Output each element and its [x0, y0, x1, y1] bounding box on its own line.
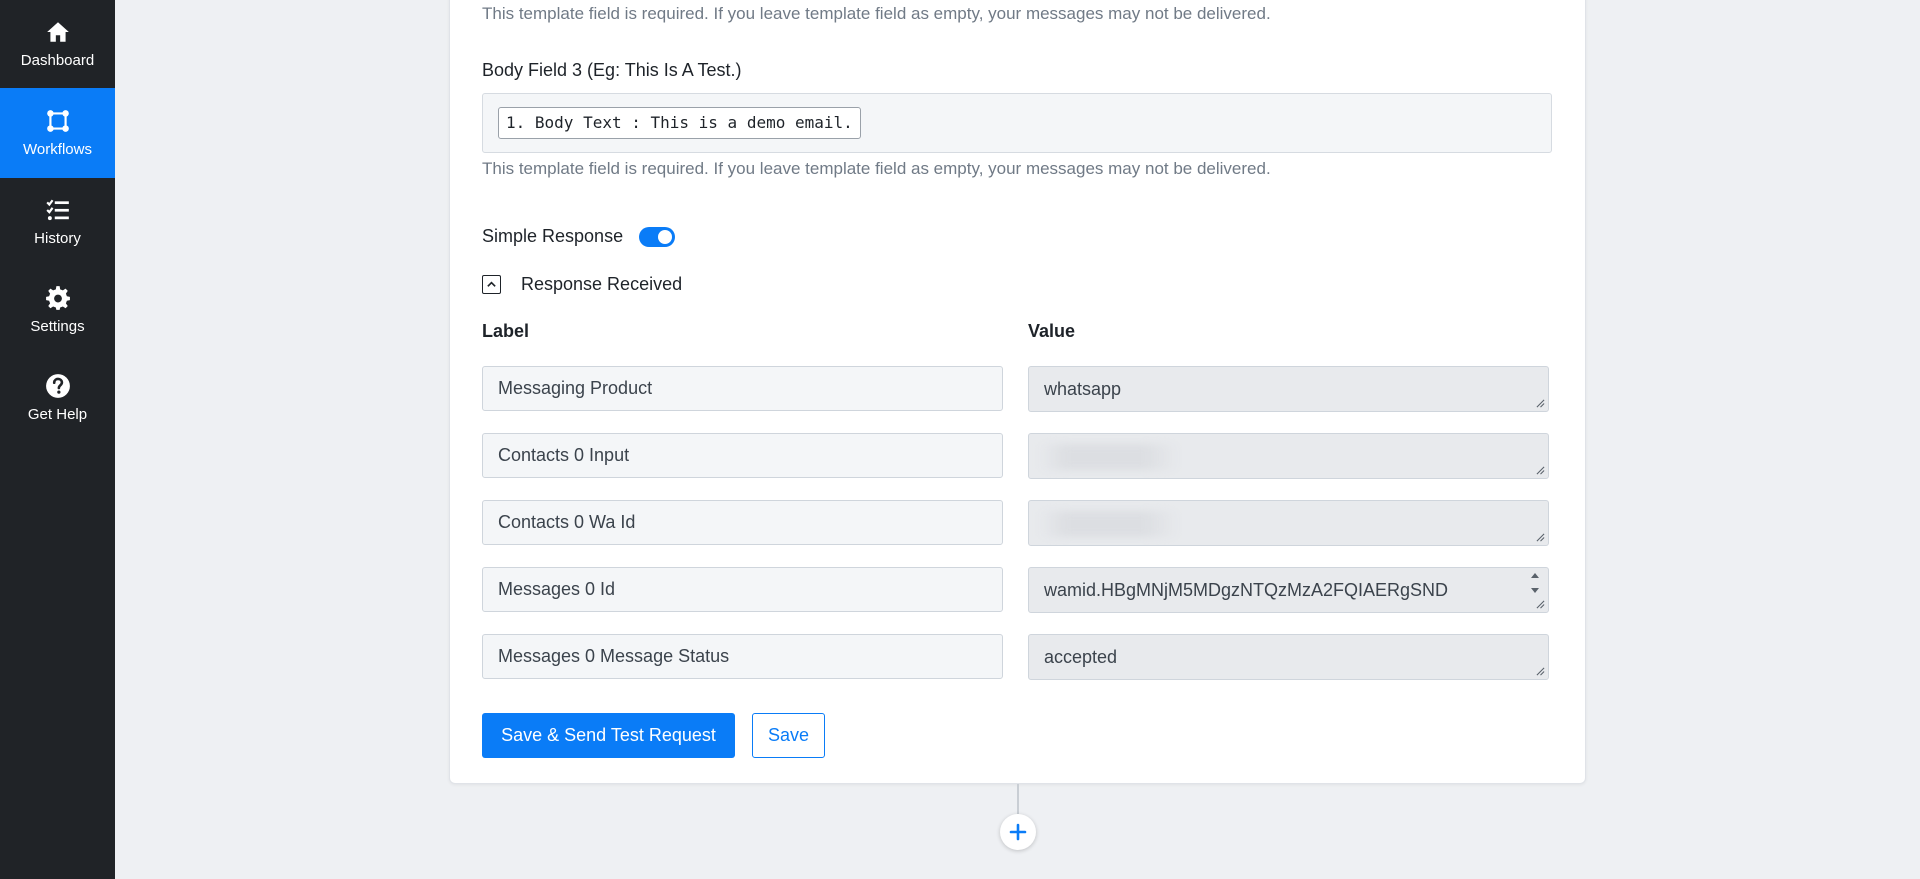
redacted-value: [1039, 511, 1179, 537]
required-hint: This template field is required. If you …: [482, 4, 1271, 23]
response-value-field[interactable]: wamid.HBgMNjM5MDgzNTQzMzA2FQIAERgSND: [1028, 567, 1549, 613]
response-value-field[interactable]: accepted: [1028, 634, 1549, 680]
response-received-row: Response Received: [482, 274, 682, 295]
sidebar-item-label: Dashboard: [20, 52, 95, 69]
save-and-send-test-button[interactable]: Save & Send Test Request: [482, 713, 735, 758]
chevron-up-icon: [487, 281, 496, 287]
arrow-up-icon[interactable]: [1530, 572, 1540, 579]
plus-icon: [1009, 823, 1027, 841]
response-received-label: Response Received: [521, 274, 683, 294]
response-label-field[interactable]: Contacts 0 Input: [482, 433, 1003, 478]
template-token[interactable]: 1. Body Text : This is a demo email.: [498, 107, 861, 139]
response-value-text: accepted: [1044, 647, 1118, 667]
simple-response-label: Simple Response: [482, 226, 624, 246]
response-label-field[interactable]: Messages 0 Id: [482, 567, 1003, 612]
redacted-value: [1039, 444, 1179, 470]
history-list-icon: [45, 197, 71, 223]
home-icon: [45, 19, 71, 45]
sidebar-item-label: Settings: [30, 318, 85, 335]
sidebar-item-get-help[interactable]: Get Help: [0, 354, 115, 442]
scroll-arrows[interactable]: [1528, 572, 1542, 594]
sidebar: Dashboard Workflows History Settings Get…: [0, 0, 115, 879]
resize-handle-icon[interactable]: [1536, 600, 1545, 609]
sidebar-item-label: Get Help: [27, 406, 88, 423]
simple-response-row: Simple Response: [482, 226, 676, 247]
workflow-icon: [45, 108, 71, 134]
arrow-down-icon[interactable]: [1530, 587, 1540, 594]
sidebar-item-label: Workflows: [23, 141, 92, 158]
sidebar-item-history[interactable]: History: [0, 178, 115, 266]
toggle-knob: [658, 229, 673, 244]
response-value-text: wamid.HBgMNjM5MDgzNTQzMzA2FQIAERgSND: [1044, 580, 1449, 600]
gear-icon: [45, 285, 71, 311]
add-step-button[interactable]: [1000, 814, 1036, 850]
response-value-field[interactable]: [1028, 433, 1549, 479]
save-button[interactable]: Save: [752, 713, 825, 758]
required-hint: This template field is required. If you …: [482, 159, 1271, 178]
response-value-field[interactable]: whatsapp: [1028, 366, 1549, 412]
help-icon: [45, 373, 71, 399]
body-field-3-label: Body Field 3 (Eg: This Is A Test.): [482, 60, 742, 80]
response-label-field[interactable]: Messages 0 Message Status: [482, 634, 1003, 679]
workflow-connector-line: [1017, 784, 1019, 814]
sidebar-item-label: History: [34, 230, 81, 247]
sidebar-item-settings[interactable]: Settings: [0, 266, 115, 354]
sidebar-item-dashboard[interactable]: Dashboard: [0, 0, 115, 88]
resize-handle-icon[interactable]: [1536, 466, 1545, 475]
response-value-field[interactable]: [1028, 500, 1549, 546]
resize-handle-icon[interactable]: [1536, 533, 1545, 542]
label-column-header: Label: [482, 321, 530, 341]
body-field-3-input[interactable]: 1. Body Text : This is a demo email.: [482, 93, 1552, 153]
resize-handle-icon[interactable]: [1536, 399, 1545, 408]
response-value-text: whatsapp: [1044, 379, 1122, 399]
sidebar-item-workflows[interactable]: Workflows: [0, 88, 115, 178]
simple-response-toggle[interactable]: [639, 226, 676, 247]
response-label-field[interactable]: Contacts 0 Wa Id: [482, 500, 1003, 545]
value-column-header: Value: [1028, 321, 1076, 341]
collapse-toggle-button[interactable]: [482, 275, 501, 294]
resize-handle-icon[interactable]: [1536, 667, 1545, 676]
response-label-field[interactable]: Messaging Product: [482, 366, 1003, 411]
